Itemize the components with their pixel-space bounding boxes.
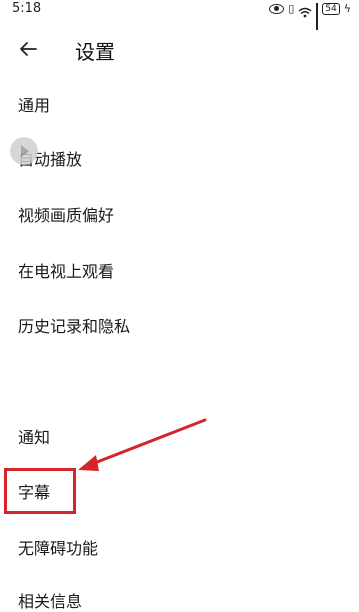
- floating-play-icon: [10, 137, 38, 165]
- menu-item-general[interactable]: 通用: [18, 92, 50, 116]
- status-icons: ▯ 54 ϟ: [269, 1, 351, 30]
- menu-item-history-privacy[interactable]: 历史记录和隐私: [18, 313, 130, 337]
- page-title: 设置: [75, 40, 115, 64]
- menu-item-notifications[interactable]: 通知: [18, 424, 50, 448]
- charging-icon: ϟ: [343, 2, 351, 15]
- back-arrow-icon[interactable]: [16, 37, 40, 61]
- status-bar: 5:18 ▯ 54 ϟ: [0, 0, 359, 30]
- signal-icon: [316, 3, 319, 30]
- vibrate-icon: ▯: [288, 1, 295, 15]
- highlight-box: [4, 468, 76, 514]
- eye-icon: [269, 3, 285, 14]
- menu-item-video-quality[interactable]: 视频画质偏好: [18, 202, 114, 226]
- wifi-icon: [298, 3, 312, 18]
- status-time: 5:18: [12, 1, 42, 16]
- header: 设置: [0, 22, 359, 78]
- menu-item-accessibility[interactable]: 无障碍功能: [18, 535, 98, 559]
- menu-item-watch-on-tv[interactable]: 在电视上观看: [18, 258, 114, 282]
- menu-item-about[interactable]: 相关信息: [18, 588, 82, 612]
- battery-level: 54: [322, 2, 340, 15]
